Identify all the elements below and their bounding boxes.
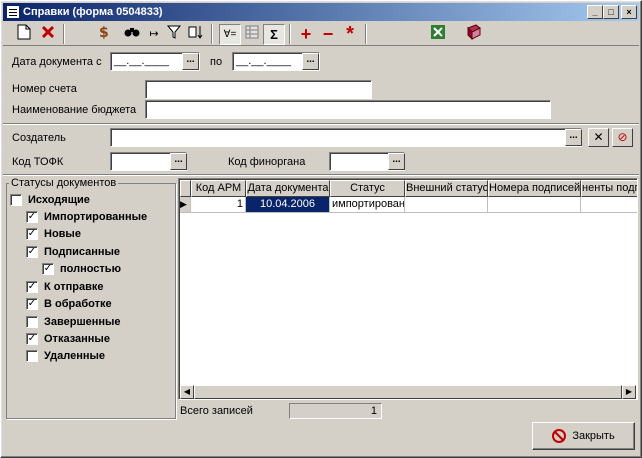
creator-field[interactable] (110, 128, 582, 147)
checkbox[interactable]: ✓ (26, 228, 38, 240)
money-icon[interactable]: $ (93, 24, 115, 45)
account-label: Номер счета (12, 83, 77, 95)
clear-creator-icon[interactable]: ✕ (588, 128, 609, 147)
main-window: Справки (форма 0504833) _ □ × $ ↦ ∀= Σ +… (0, 0, 642, 458)
column-header[interactable]: Внешний статус (405, 180, 488, 197)
grid-settings-icon[interactable] (241, 24, 263, 45)
close-window-button[interactable]: × (621, 5, 637, 19)
finorgan-picker-button[interactable]: ... (388, 153, 405, 170)
status-checkbox-rejected[interactable]: ✓ Отказанные (26, 331, 110, 347)
scroll-left-icon[interactable]: ◀ (180, 385, 194, 399)
checkbox-label: полностью (60, 263, 121, 275)
checkbox[interactable]: ✓ (42, 263, 54, 275)
status-checkbox-to-send[interactable]: ✓ К отправке (26, 279, 103, 295)
status-checkbox-fully[interactable]: ✓ полностью (42, 261, 121, 277)
table-cell[interactable] (581, 197, 637, 213)
creator-label: Создатель (12, 132, 66, 144)
close-button[interactable]: Закрыть (532, 422, 635, 450)
table-cell[interactable] (488, 197, 581, 213)
checkbox[interactable]: ✓ (26, 211, 38, 223)
maximize-button[interactable]: □ (603, 5, 619, 19)
status-checkbox-imported[interactable]: ✓ Импортированные (26, 209, 147, 225)
total-records-value: 1 (289, 403, 382, 419)
remove-icon[interactable]: − (317, 24, 339, 45)
table-cell-selected[interactable]: 10.04.2006 (246, 197, 330, 213)
checkbox[interactable] (26, 350, 38, 362)
checkbox-label: Завершенные (44, 316, 121, 328)
checkbox-label: К отправке (44, 281, 104, 293)
checkbox[interactable] (26, 316, 38, 328)
status-checkbox-new[interactable]: ✓ Новые (26, 226, 81, 242)
checkbox[interactable]: ✓ (26, 246, 38, 258)
sum-icon[interactable]: Σ (263, 24, 285, 45)
window-controls: _ □ × (587, 5, 637, 19)
budget-label: Наименование бюджета (12, 104, 137, 116)
row-indicator-header (180, 180, 191, 197)
column-header[interactable]: Статус (330, 180, 405, 197)
checkbox-label: Новые (44, 228, 81, 240)
table-cell[interactable] (405, 197, 488, 213)
app-icon (6, 5, 20, 19)
column-header[interactable]: Дата документа (246, 180, 330, 197)
book-icon[interactable] (463, 24, 485, 45)
find-icon[interactable] (121, 24, 143, 45)
window-title: Справки (форма 0504833) (23, 6, 163, 18)
asterisk-icon[interactable]: * (339, 24, 361, 45)
status-checkbox-outgoing[interactable]: Исходящие (10, 192, 90, 208)
title-bar: Справки (форма 0504833) _ □ × (3, 3, 639, 21)
documents-grid[interactable]: Код АРМ Дата документа Статус Внешний ст… (178, 178, 638, 400)
toolbar: $ ↦ ∀= Σ + − * (3, 22, 639, 46)
new-document-icon[interactable] (13, 24, 35, 45)
clear-filter-icon[interactable]: ⊘ (612, 128, 633, 147)
checkbox-label: В обработке (44, 298, 112, 310)
delete-icon[interactable] (37, 24, 59, 45)
checkbox-label: Подписанные (44, 246, 121, 258)
status-checkbox-completed[interactable]: Завершенные (26, 314, 121, 330)
table-cell[interactable]: импортирован (330, 197, 405, 213)
scroll-right-icon[interactable]: ▶ (622, 385, 636, 399)
column-filter-icon[interactable]: ∀= (219, 24, 241, 45)
checkbox[interactable] (10, 194, 22, 206)
scroll-thumb[interactable] (194, 385, 622, 399)
finorgan-label: Код финоргана (228, 156, 306, 168)
column-header[interactable]: Номера подписей (488, 180, 581, 197)
checkbox[interactable]: ✓ (26, 281, 38, 293)
total-records-label: Всего записей (180, 405, 253, 417)
horizontal-scrollbar[interactable]: ◀ ▶ (180, 385, 636, 399)
date-to-picker-button[interactable]: ... (302, 53, 319, 70)
minimize-button[interactable]: _ (587, 5, 603, 19)
status-checkbox-signed[interactable]: ✓ Подписанные (26, 244, 120, 260)
date-from-picker-button[interactable]: ... (182, 53, 199, 70)
tofk-picker-button[interactable]: ... (170, 153, 187, 170)
svg-text:$: $ (99, 25, 109, 40)
checkbox[interactable]: ✓ (26, 298, 38, 310)
row-indicator-icon: ▶ (180, 197, 191, 213)
column-header[interactable]: Код АРМ (191, 180, 246, 197)
checkbox-label: Отказанные (44, 333, 110, 345)
creator-picker-button[interactable]: ... (565, 129, 582, 146)
checkbox[interactable]: ✓ (26, 333, 38, 345)
checkbox-label: Исходящие (28, 194, 90, 206)
date-to-label: по (210, 56, 223, 68)
checkbox-label: Импортированные (44, 211, 148, 223)
column-header[interactable]: ненты подпи (581, 180, 637, 197)
account-field[interactable] (145, 80, 372, 99)
excel-icon[interactable] (427, 24, 449, 45)
filter-icon[interactable] (163, 24, 185, 45)
status-checkbox-processing[interactable]: ✓ В обработке (26, 296, 112, 312)
date-from-label: Дата документа с (12, 56, 102, 68)
find-next-icon[interactable]: ↦ (143, 24, 165, 45)
stop-icon (552, 429, 567, 443)
close-button-label: Закрыть (572, 430, 615, 442)
statuses-title: Статусы документов (9, 177, 119, 189)
add-icon[interactable]: + (295, 24, 317, 45)
table-cell[interactable]: 1 (191, 197, 246, 213)
budget-field[interactable] (145, 100, 551, 119)
sort-icon[interactable] (185, 24, 207, 45)
status-checkbox-deleted[interactable]: Удаленные (26, 348, 105, 364)
checkbox-label: Удаленные (44, 350, 106, 362)
tofk-label: Код ТОФК (12, 156, 64, 168)
